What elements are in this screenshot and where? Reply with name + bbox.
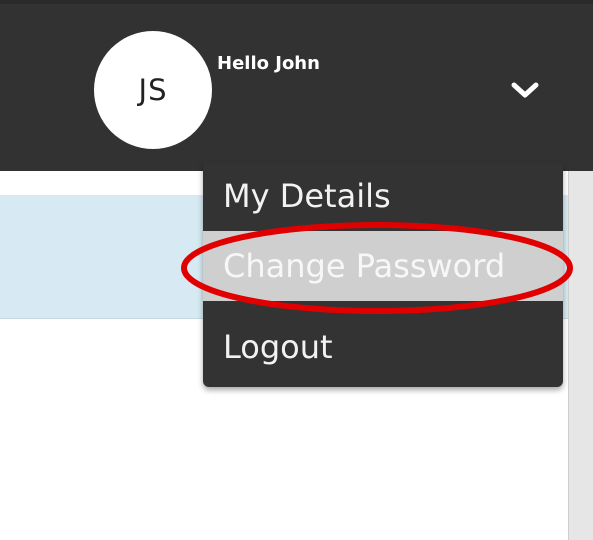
page: JS Hello John My Details Change Password… <box>0 0 593 540</box>
menu-item-my-details[interactable]: My Details <box>203 163 563 229</box>
right-scroll-strip <box>568 171 593 540</box>
chevron-down-icon[interactable] <box>510 80 540 100</box>
menu-item-logout[interactable]: Logout <box>203 315 563 379</box>
user-dropdown-menu: My Details Change Password Logout <box>203 163 563 387</box>
top-bar: JS Hello John <box>0 0 593 171</box>
top-bar-edge <box>0 0 593 4</box>
avatar-initials: JS <box>138 73 168 107</box>
greeting-text: Hello John <box>217 53 320 74</box>
menu-item-label: Logout <box>223 328 333 366</box>
menu-item-label: Change Password <box>223 247 506 285</box>
menu-item-label: My Details <box>223 177 391 215</box>
avatar[interactable]: JS <box>94 31 212 149</box>
menu-item-change-password[interactable]: Change Password <box>203 231 563 301</box>
